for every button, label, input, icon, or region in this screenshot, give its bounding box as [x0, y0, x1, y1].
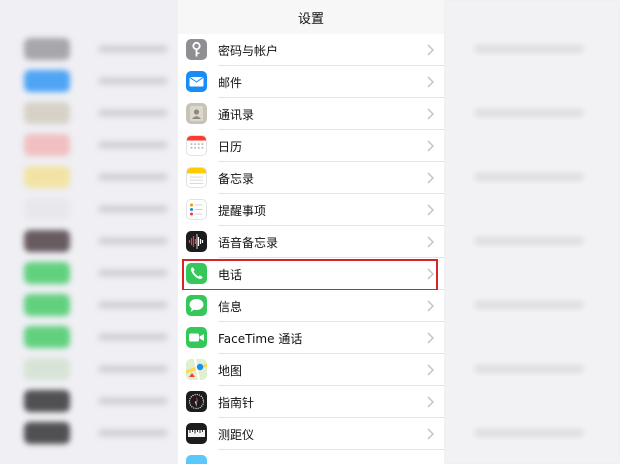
settings-list: 密码与帐户 邮件 通讯录 日历 备忘录 提醒事项 语音备忘录 电话 信息 Fac… — [178, 34, 444, 464]
nav-header: 设置 — [178, 0, 444, 35]
settings-panel: 设置 密码与帐户 邮件 通讯录 日历 备忘录 提醒事项 语音备忘录 电话 信息 … — [178, 0, 444, 464]
row-label: 提醒事项 — [218, 204, 267, 218]
chevron-right-icon — [427, 204, 434, 216]
messages-icon — [186, 295, 207, 316]
row-label: 密码与帐户 — [218, 44, 279, 58]
settings-row-facetime[interactable]: FaceTime 通话 — [178, 322, 444, 354]
chevron-right-icon — [427, 140, 434, 152]
settings-row-passwords-accounts[interactable]: 密码与帐户 — [178, 34, 444, 66]
blurred-row — [0, 226, 178, 258]
row-label: 语音备忘录 — [218, 236, 279, 250]
contacts-icon — [186, 103, 207, 124]
blurred-row — [0, 258, 178, 290]
settings-row-maps[interactable]: 地图 — [178, 354, 444, 386]
row-label: 指南针 — [218, 396, 255, 410]
blurred-row — [0, 66, 178, 98]
row-label: 日历 — [218, 140, 243, 154]
chevron-right-icon — [427, 108, 434, 120]
calendar-icon — [186, 135, 207, 156]
settings-row-measure[interactable]: 测距仪 — [178, 418, 444, 450]
row-label: 备忘录 — [218, 172, 255, 186]
blurred-row — [0, 290, 178, 322]
chevron-right-icon — [427, 268, 434, 280]
chevron-right-icon — [427, 428, 434, 440]
safari-icon — [186, 455, 207, 464]
mail-icon — [186, 71, 207, 92]
row-label: 邮件 — [218, 76, 243, 90]
blurred-row — [0, 354, 178, 386]
settings-row-mail[interactable]: 邮件 — [178, 66, 444, 98]
settings-row-voice-memos[interactable]: 语音备忘录 — [178, 226, 444, 258]
blurred-row — [0, 162, 178, 194]
row-label: 测距仪 — [218, 428, 255, 442]
chevron-right-icon — [427, 236, 434, 248]
blurred-row — [0, 386, 178, 418]
compass-icon — [186, 391, 207, 412]
reminders-icon — [186, 199, 207, 220]
settings-row-reminders[interactable]: 提醒事项 — [178, 194, 444, 226]
settings-row-partial[interactable] — [178, 450, 444, 464]
blurred-background-right — [444, 0, 620, 464]
row-label: 电话 — [218, 268, 243, 282]
blurred-row — [0, 322, 178, 354]
measure-icon — [186, 423, 207, 444]
key-icon — [186, 39, 207, 60]
blurred-row — [0, 418, 178, 450]
chevron-right-icon — [427, 76, 434, 88]
settings-row-phone[interactable]: 电话 — [178, 258, 444, 291]
settings-row-calendar[interactable]: 日历 — [178, 130, 444, 162]
notes-icon — [186, 167, 207, 188]
blurred-row — [0, 194, 178, 226]
chevron-right-icon — [427, 44, 434, 56]
row-label: 地图 — [218, 364, 243, 378]
chevron-right-icon — [427, 364, 434, 376]
facetime-icon — [186, 327, 207, 348]
blurred-row — [0, 34, 178, 66]
voice-memos-icon — [186, 231, 207, 252]
row-label: 通讯录 — [218, 108, 255, 122]
row-label: 信息 — [218, 300, 243, 314]
chevron-right-icon — [427, 300, 434, 312]
row-label: FaceTime 通话 — [218, 332, 303, 346]
settings-row-notes[interactable]: 备忘录 — [178, 162, 444, 194]
chevron-right-icon — [427, 396, 434, 408]
phone-icon — [186, 263, 207, 284]
settings-row-contacts[interactable]: 通讯录 — [178, 98, 444, 130]
maps-icon — [186, 359, 207, 380]
settings-row-compass[interactable]: 指南针 — [178, 386, 444, 418]
chevron-right-icon — [427, 172, 434, 184]
settings-row-messages[interactable]: 信息 — [178, 290, 444, 322]
blurred-row — [0, 130, 178, 162]
blurred-row — [0, 98, 178, 130]
blurred-background-left — [0, 0, 178, 464]
chevron-right-icon — [427, 332, 434, 344]
page-title: 设置 — [297, 12, 324, 27]
